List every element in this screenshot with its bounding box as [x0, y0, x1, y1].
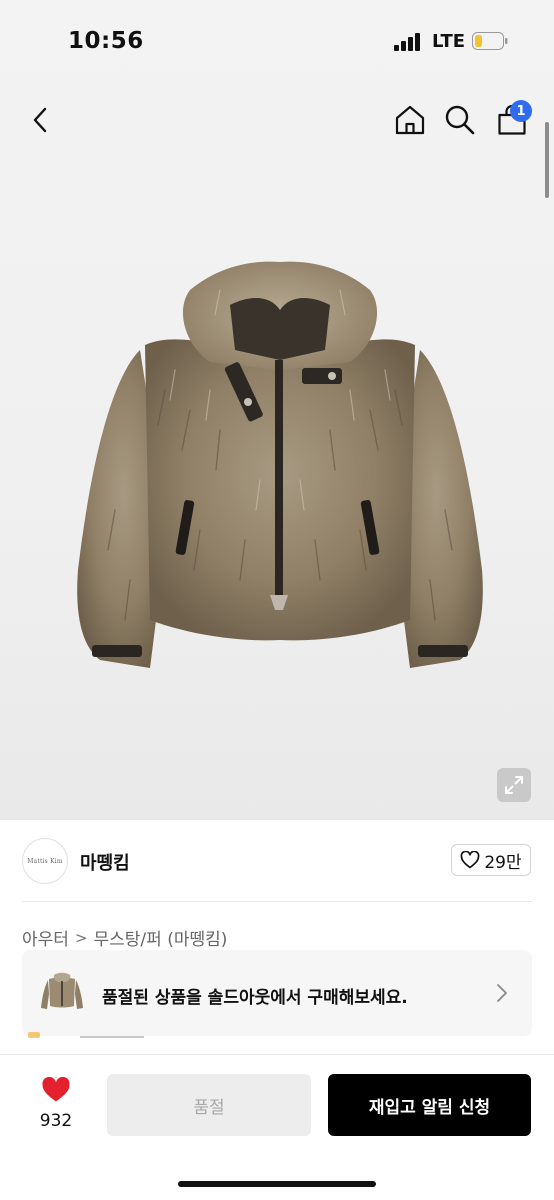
restock-alert-button[interactable]: 재입고 알림 신청 [328, 1074, 531, 1136]
soldout-promo-banner[interactable]: 품절된 상품을 솔드아웃에서 구매해보세요. [22, 950, 532, 1036]
banner-product-thumbnail [41, 972, 83, 1009]
expand-image-button[interactable] [497, 768, 531, 802]
chevron-left-icon [33, 107, 47, 133]
breadcrumb-category[interactable]: 아우터 [22, 925, 69, 950]
battery-icon [472, 32, 508, 50]
breadcrumb-separator-icon: > [74, 928, 88, 947]
back-button[interactable] [18, 96, 62, 144]
product-image[interactable] [70, 250, 490, 690]
soldout-button: 품절 [107, 1074, 311, 1136]
content-peek-line [80, 1036, 144, 1038]
network-label: LTE [432, 31, 466, 52]
heart-filled-icon [42, 1077, 70, 1102]
seller-logo[interactable]: Mattis Kim [22, 838, 68, 884]
wishlist-count: 932 [39, 1111, 73, 1131]
heart-outline-icon [461, 851, 480, 869]
seller-row: Mattis Kim 마뗑킴 29만 [0, 830, 554, 892]
status-time: 10:56 [68, 28, 144, 54]
scrollbar[interactable] [545, 122, 549, 198]
cart-count-badge: 1 [510, 100, 532, 122]
banner-text: 품절된 상품을 솔드아웃에서 구매해보세요. [102, 988, 408, 1008]
search-icon [445, 105, 475, 135]
breadcrumb-subcategory[interactable]: 무스탕/퍼 (마뗑킴) [94, 925, 228, 950]
divider [22, 901, 532, 902]
search-button[interactable] [438, 96, 482, 144]
home-button[interactable] [388, 96, 432, 144]
signal-icon [394, 33, 420, 51]
rating-star-icon [28, 1032, 40, 1038]
home-icon [395, 105, 425, 135]
bottom-action-bar: 932 품절 재입고 알림 신청 [0, 1054, 554, 1200]
wishlist-button[interactable]: 932 [24, 1075, 88, 1135]
seller-like-button[interactable]: 29만 [451, 844, 531, 876]
product-hero: 10:56 LTE 1 [0, 0, 554, 820]
top-nav [0, 96, 554, 146]
chevron-right-icon [497, 984, 507, 1002]
status-bar: 10:56 LTE [0, 0, 554, 84]
seller-like-count: 29만 [484, 852, 522, 873]
seller-name[interactable]: 마뗑킴 [80, 849, 130, 875]
expand-icon [505, 776, 523, 794]
breadcrumb: 아우터 > 무스탕/퍼 (마뗑킴) [22, 925, 228, 951]
home-indicator[interactable] [178, 1181, 376, 1187]
